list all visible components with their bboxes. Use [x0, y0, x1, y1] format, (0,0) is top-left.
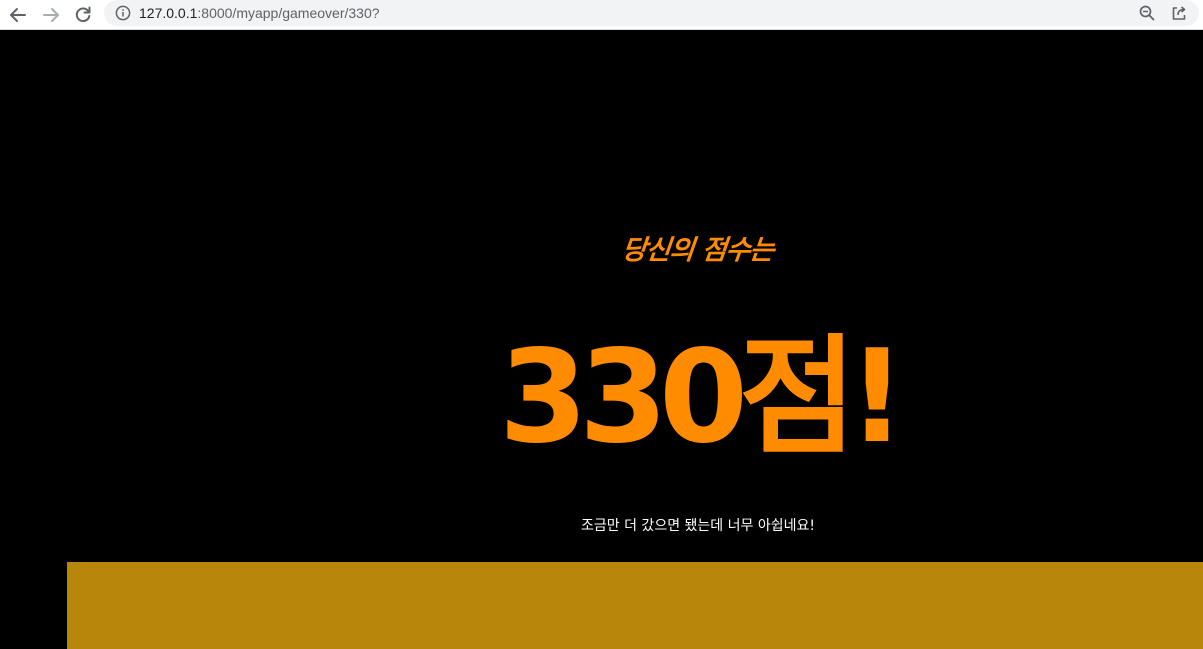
reload-icon: [75, 6, 91, 23]
url-text[interactable]: 127.0.0.1:8000/myapp/gameover/330?: [139, 4, 380, 22]
info-icon[interactable]: [115, 5, 131, 21]
address-bar[interactable]: 127.0.0.1:8000/myapp/gameover/330?: [104, 0, 1199, 26]
bottom-panel: [67, 562, 1203, 649]
url-host: 127.0.0.1: [139, 5, 198, 21]
game-over-page: 당신의 점수는 330점! 조금만 더 갔으면 됐는데 너무 아쉽네요!: [0, 31, 1203, 649]
consolation-message: 조금만 더 갔으면 됐는데 너무 아쉽네요!: [581, 518, 815, 534]
zoom-out-icon[interactable]: [1138, 4, 1156, 22]
url-path: :8000/myapp/gameover/330?: [197, 5, 380, 21]
final-score: 330점!: [498, 323, 906, 472]
share-icon[interactable]: [1170, 4, 1188, 22]
browser-toolbar: 127.0.0.1:8000/myapp/gameover/330?: [0, 0, 1203, 30]
back-button[interactable]: [7, 4, 29, 26]
score-subtitle: 당신의 점수는: [620, 235, 776, 266]
reload-button[interactable]: [72, 4, 94, 26]
forward-arrow-icon: [43, 8, 59, 22]
forward-button[interactable]: [40, 4, 62, 26]
back-arrow-icon: [10, 8, 26, 22]
